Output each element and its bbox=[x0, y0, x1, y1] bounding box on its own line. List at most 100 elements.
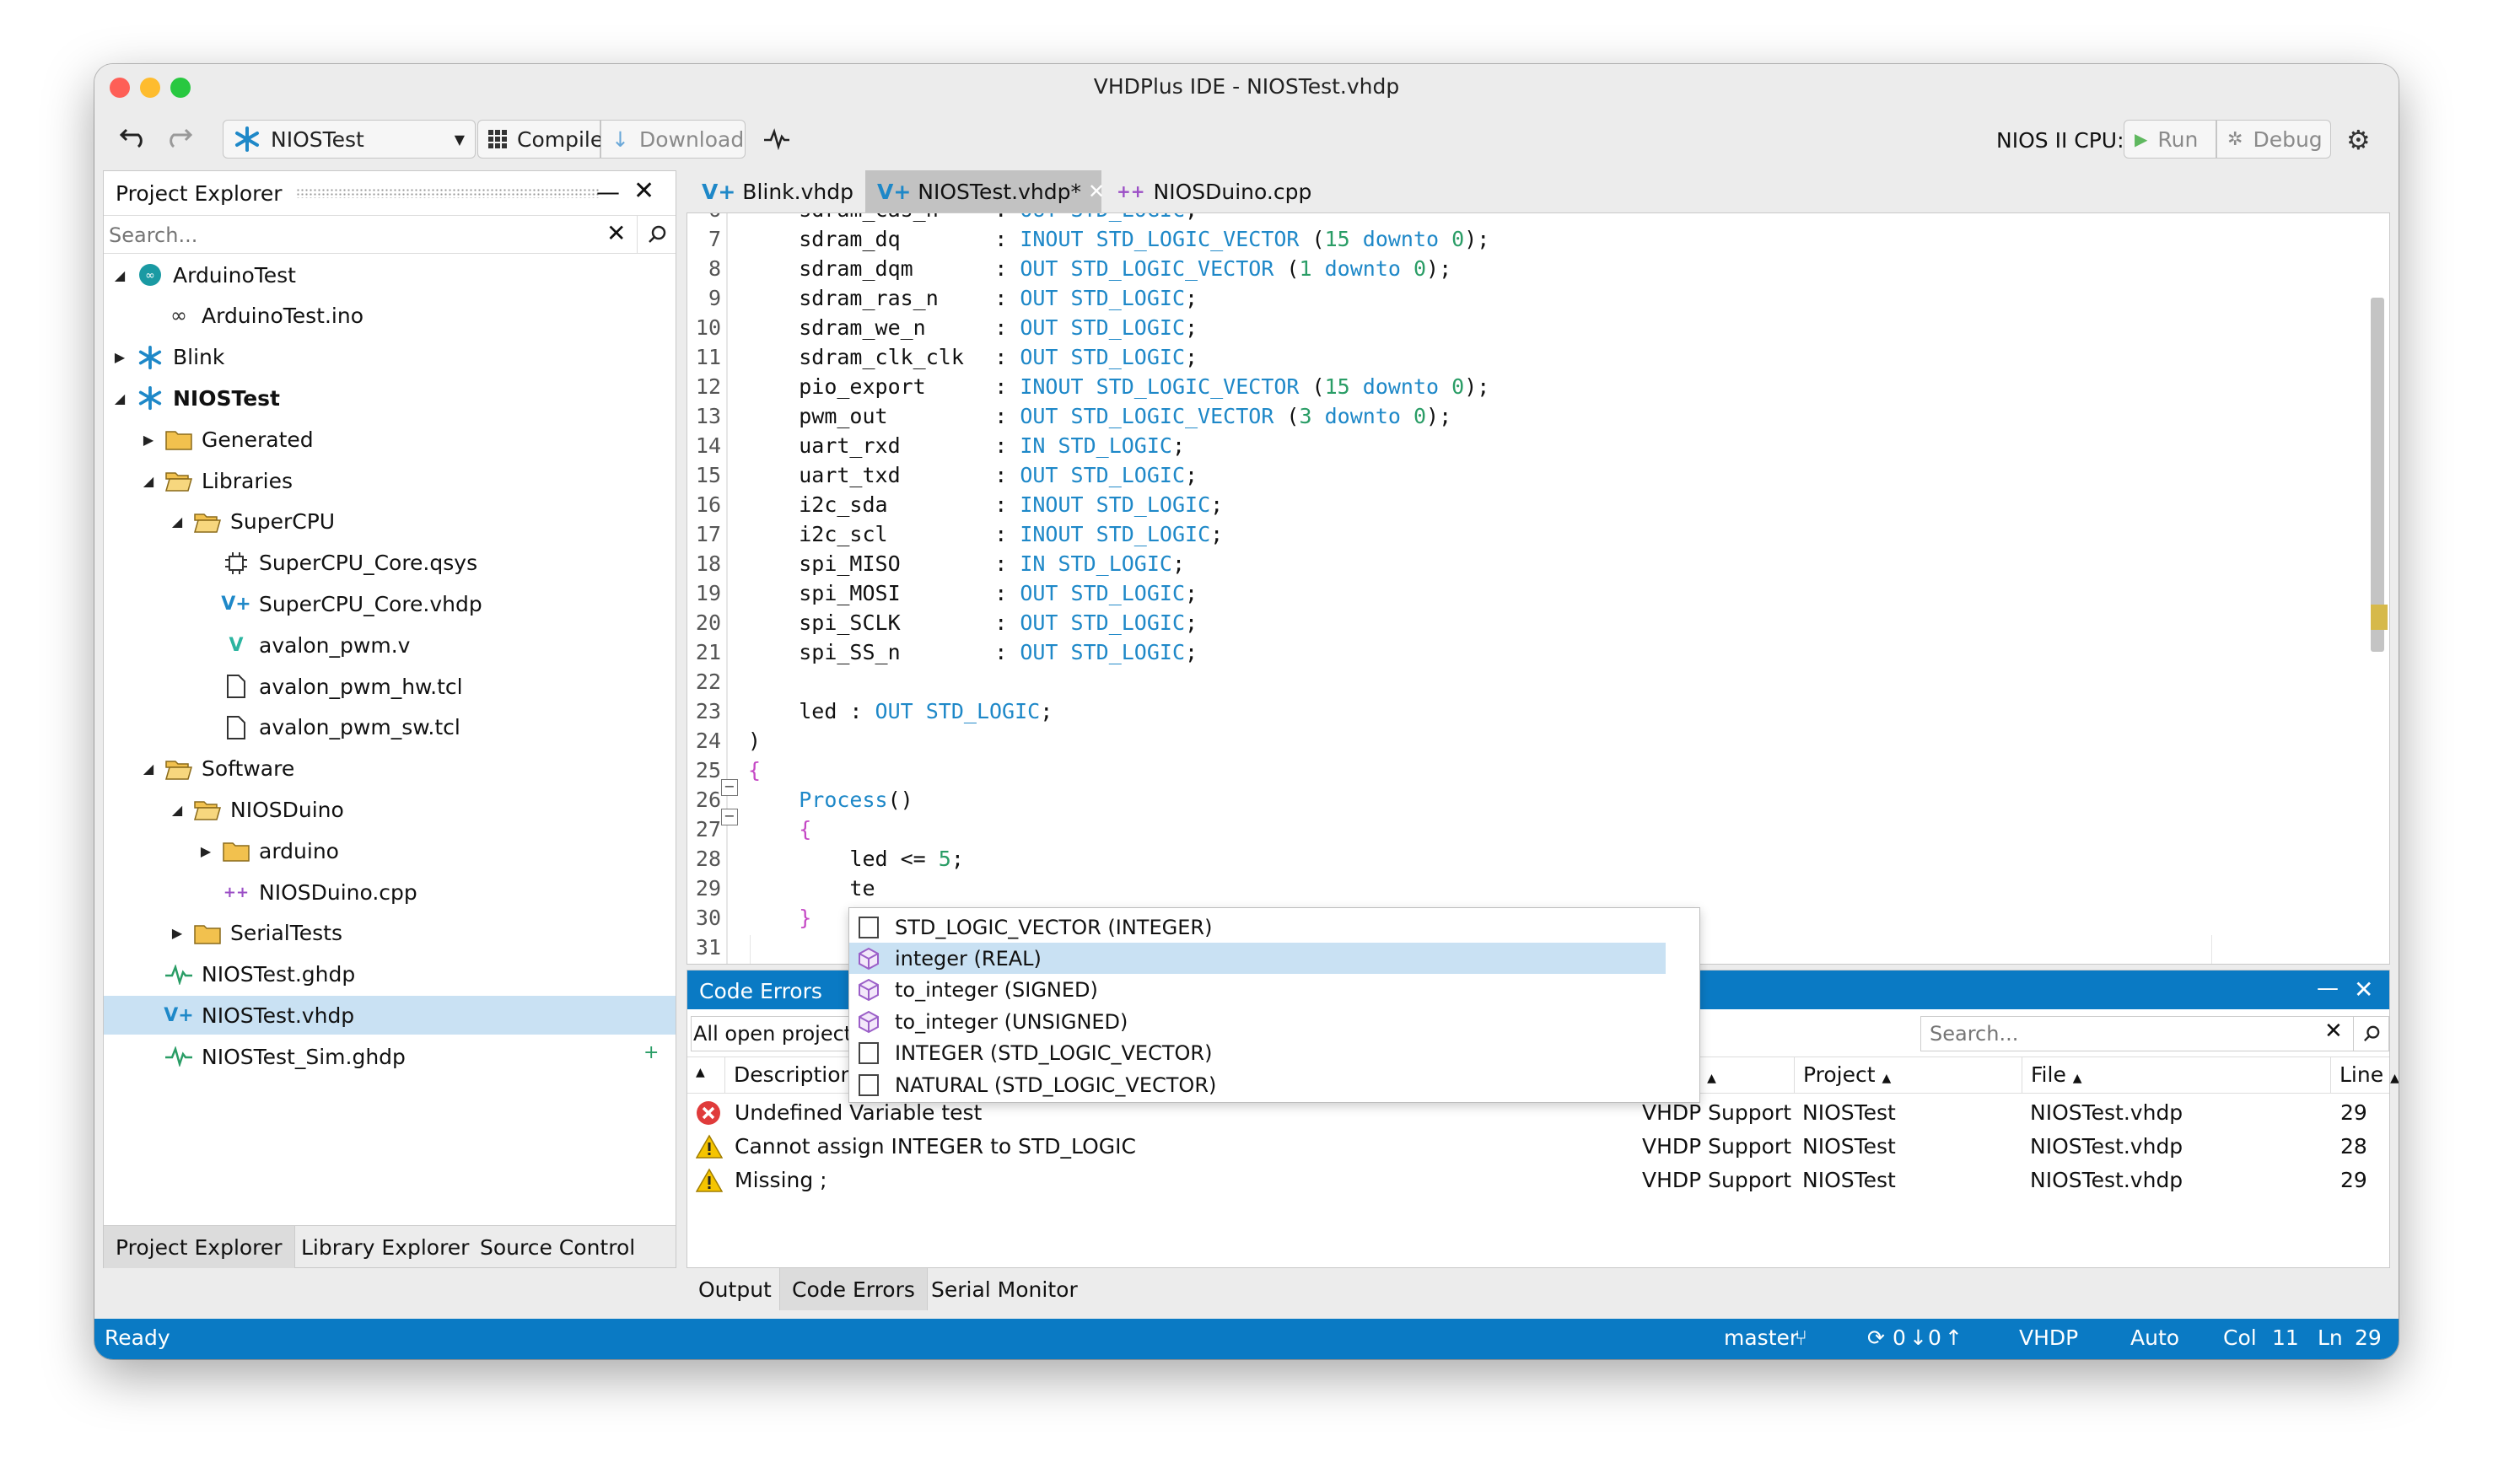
column-project[interactable]: Project ▲ bbox=[1794, 1057, 1899, 1093]
column-line[interactable]: Line ▲ bbox=[2330, 1057, 2399, 1093]
expand-closed-icon[interactable]: ▶ bbox=[170, 925, 185, 941]
ln-value: 29 bbox=[2355, 1325, 2382, 1350]
project-filter-select[interactable]: All open projects bbox=[691, 1016, 868, 1051]
errors-table-body: Undefined Variable test VHDP Support NIOST… bbox=[687, 1095, 2389, 1196]
clear-search-icon[interactable]: ✕ bbox=[606, 219, 626, 247]
sync-icon[interactable]: ⟳ bbox=[1867, 1325, 1885, 1350]
play-icon: ▶ bbox=[2135, 129, 2148, 149]
gear-icon[interactable]: ⚙ bbox=[2346, 126, 2371, 153]
close-panel-icon[interactable]: ✕ bbox=[2354, 976, 2373, 1003]
clear-search-icon[interactable]: ✕ bbox=[2324, 1019, 2343, 1044]
tree-item[interactable]: ◢ NIOSDuino bbox=[170, 790, 344, 829]
indent-mode[interactable]: Auto bbox=[2130, 1325, 2179, 1350]
error-row[interactable]: Cannot assign INTEGER to STD_LOGIC VHDP S… bbox=[687, 1129, 2391, 1163]
tree-item[interactable]: avalon_pwm_hw.tcl bbox=[198, 667, 463, 706]
tree-item[interactable]: avalon_pwm_sw.tcl bbox=[198, 708, 460, 747]
expand-open-icon[interactable]: ◢ bbox=[170, 513, 185, 530]
signal-icon[interactable] bbox=[764, 128, 789, 155]
code-text: sdram_dq bbox=[799, 227, 901, 251]
tree-item[interactable]: ▶ Blink bbox=[112, 338, 225, 377]
code-keyword: OUT bbox=[1020, 463, 1058, 487]
expand-open-icon[interactable]: ◢ bbox=[112, 267, 127, 283]
error-row[interactable]: Missing ; VHDP Support NIOSTest NIOSTest.vh… bbox=[687, 1163, 2391, 1196]
tree-item[interactable]: ◢ Libraries bbox=[141, 461, 293, 500]
close-panel-icon[interactable]: ✕ bbox=[633, 176, 654, 206]
code-line: pwm_out: OUT STD_LOGIC_VECTOR (3 downto … bbox=[748, 401, 2266, 431]
tree-item[interactable]: ▶ Generated bbox=[141, 420, 314, 459]
add-icon[interactable]: + bbox=[643, 1042, 659, 1063]
tab-serial-monitor[interactable]: Serial Monitor bbox=[919, 1268, 1090, 1310]
language-mode[interactable]: VHDP bbox=[2019, 1325, 2078, 1350]
expand-closed-icon[interactable]: ▶ bbox=[198, 843, 213, 859]
code-text: ; bbox=[1185, 463, 1198, 487]
tree-item[interactable]: NIOSTest_Sim.ghdp bbox=[141, 1037, 406, 1076]
expand-open-icon[interactable]: ◢ bbox=[170, 802, 185, 818]
debug-button[interactable]: ✲ Debug bbox=[2216, 120, 2331, 159]
tree-item[interactable]: Vavalon_pwm.v bbox=[198, 626, 410, 664]
code-text: ; bbox=[1185, 315, 1198, 340]
cpu-label: NIOS II CPU: bbox=[1996, 128, 2124, 153]
code-text: { bbox=[799, 817, 812, 841]
tree-item[interactable]: ++ NIOSDuino.cpp bbox=[198, 873, 417, 911]
project-select[interactable]: NIOSTest ▼ bbox=[223, 120, 476, 159]
tree-item[interactable]: ▶ arduino bbox=[198, 831, 339, 870]
expand-closed-icon[interactable]: ▶ bbox=[141, 432, 156, 448]
code-text: ; bbox=[1185, 581, 1198, 605]
tab-library-explorer[interactable]: Library Explorer bbox=[289, 1226, 481, 1268]
autocomplete-item[interactable]: to_integer (UNSIGNED) bbox=[849, 1006, 1693, 1037]
tree-item[interactable]: ◢ Software bbox=[141, 750, 294, 788]
tree-item[interactable]: SuperCPU_Core.qsys bbox=[198, 544, 477, 583]
fold-collapse-icon[interactable]: − bbox=[721, 779, 738, 796]
autocomplete-item[interactable]: integer (REAL) bbox=[849, 943, 1666, 975]
expand-open-icon[interactable]: ◢ bbox=[141, 473, 156, 489]
sort-arrow-icon[interactable]: ▲ bbox=[696, 1066, 705, 1079]
code-text: sdram_dqm bbox=[799, 256, 913, 281]
run-button[interactable]: ▶ Run bbox=[2124, 120, 2216, 159]
expand-open-icon[interactable]: ◢ bbox=[112, 390, 127, 406]
snowflake-icon bbox=[136, 345, 164, 370]
tree-item[interactable]: ◢ NIOSTest bbox=[112, 379, 280, 417]
tab-niostest-vhdp[interactable]: V+ NIOSTest.vhdp* ✕ bbox=[865, 170, 1105, 212]
autocomplete-item[interactable]: to_integer (SIGNED) bbox=[849, 975, 1693, 1006]
expand-open-icon[interactable]: ◢ bbox=[141, 761, 156, 777]
autocomplete-item[interactable]: NATURAL (STD_LOGIC_VECTOR) bbox=[849, 1069, 1693, 1100]
redo-icon[interactable] bbox=[164, 123, 193, 153]
tree-item-label: ArduinoTest.ino bbox=[202, 304, 364, 329]
tab-blink-vhdp[interactable]: V+ Blink.vhdp bbox=[687, 170, 865, 212]
column-line-label: Line bbox=[2340, 1062, 2384, 1087]
branch-label[interactable]: master bbox=[1724, 1325, 1798, 1350]
compile-button[interactable]: Compile bbox=[477, 120, 603, 159]
tree-item[interactable]: ◢ ∞ ArduinoTest bbox=[112, 255, 296, 294]
tree-item[interactable]: V+ NIOSTest.vhdp bbox=[141, 996, 354, 1035]
column-file[interactable]: File ▲ bbox=[2022, 1057, 2091, 1093]
drag-handle[interactable] bbox=[295, 188, 600, 198]
code-number: 0 bbox=[1451, 374, 1465, 399]
column-description[interactable]: Description bbox=[724, 1057, 862, 1093]
tab-project-explorer[interactable]: Project Explorer bbox=[104, 1226, 295, 1268]
autocomplete-item[interactable]: STD_LOGIC_VECTOR (INTEGER) bbox=[849, 911, 1693, 943]
tree-item[interactable]: ◢ SuperCPU bbox=[170, 503, 335, 541]
autocomplete-item-label: to_integer (UNSIGNED) bbox=[895, 1009, 1128, 1034]
code-editor[interactable]: 6789101112131415161718192021222324252627… bbox=[687, 212, 2390, 965]
vertical-scrollbar[interactable] bbox=[2371, 298, 2384, 652]
undo-icon[interactable] bbox=[119, 123, 148, 153]
tree-item[interactable]: ▶ SerialTests bbox=[170, 914, 342, 953]
errors-search-input[interactable] bbox=[1930, 1020, 2318, 1047]
tab-source-control[interactable]: Source Control bbox=[468, 1226, 647, 1268]
search-icon[interactable] bbox=[2353, 1017, 2388, 1051]
tree-item[interactable]: ∞ ArduinoTest.ino bbox=[141, 297, 363, 336]
fold-collapse-icon[interactable]: − bbox=[721, 809, 738, 825]
search-icon[interactable] bbox=[637, 216, 676, 253]
minimize-panel-icon[interactable]: — bbox=[596, 178, 620, 206]
autocomplete-item[interactable]: INTEGER (STD_LOGIC_VECTOR) bbox=[849, 1038, 1693, 1069]
expand-closed-icon[interactable]: ▶ bbox=[112, 349, 127, 365]
download-button[interactable]: ↓ Download bbox=[600, 120, 746, 159]
tab-output[interactable]: Output bbox=[687, 1268, 783, 1310]
tree-item[interactable]: NIOSTest.ghdp bbox=[141, 955, 355, 994]
tab-niosduino-cpp[interactable]: ++ NIOSDuino.cpp bbox=[1101, 170, 1311, 212]
explorer-search-input[interactable] bbox=[109, 221, 590, 250]
code-keyword: OUT bbox=[1020, 581, 1058, 605]
tab-code-errors[interactable]: Code Errors bbox=[779, 1268, 928, 1310]
tree-item[interactable]: V+ SuperCPU_Core.vhdp bbox=[198, 584, 482, 623]
minimize-panel-icon[interactable]: — bbox=[2317, 976, 2339, 1001]
